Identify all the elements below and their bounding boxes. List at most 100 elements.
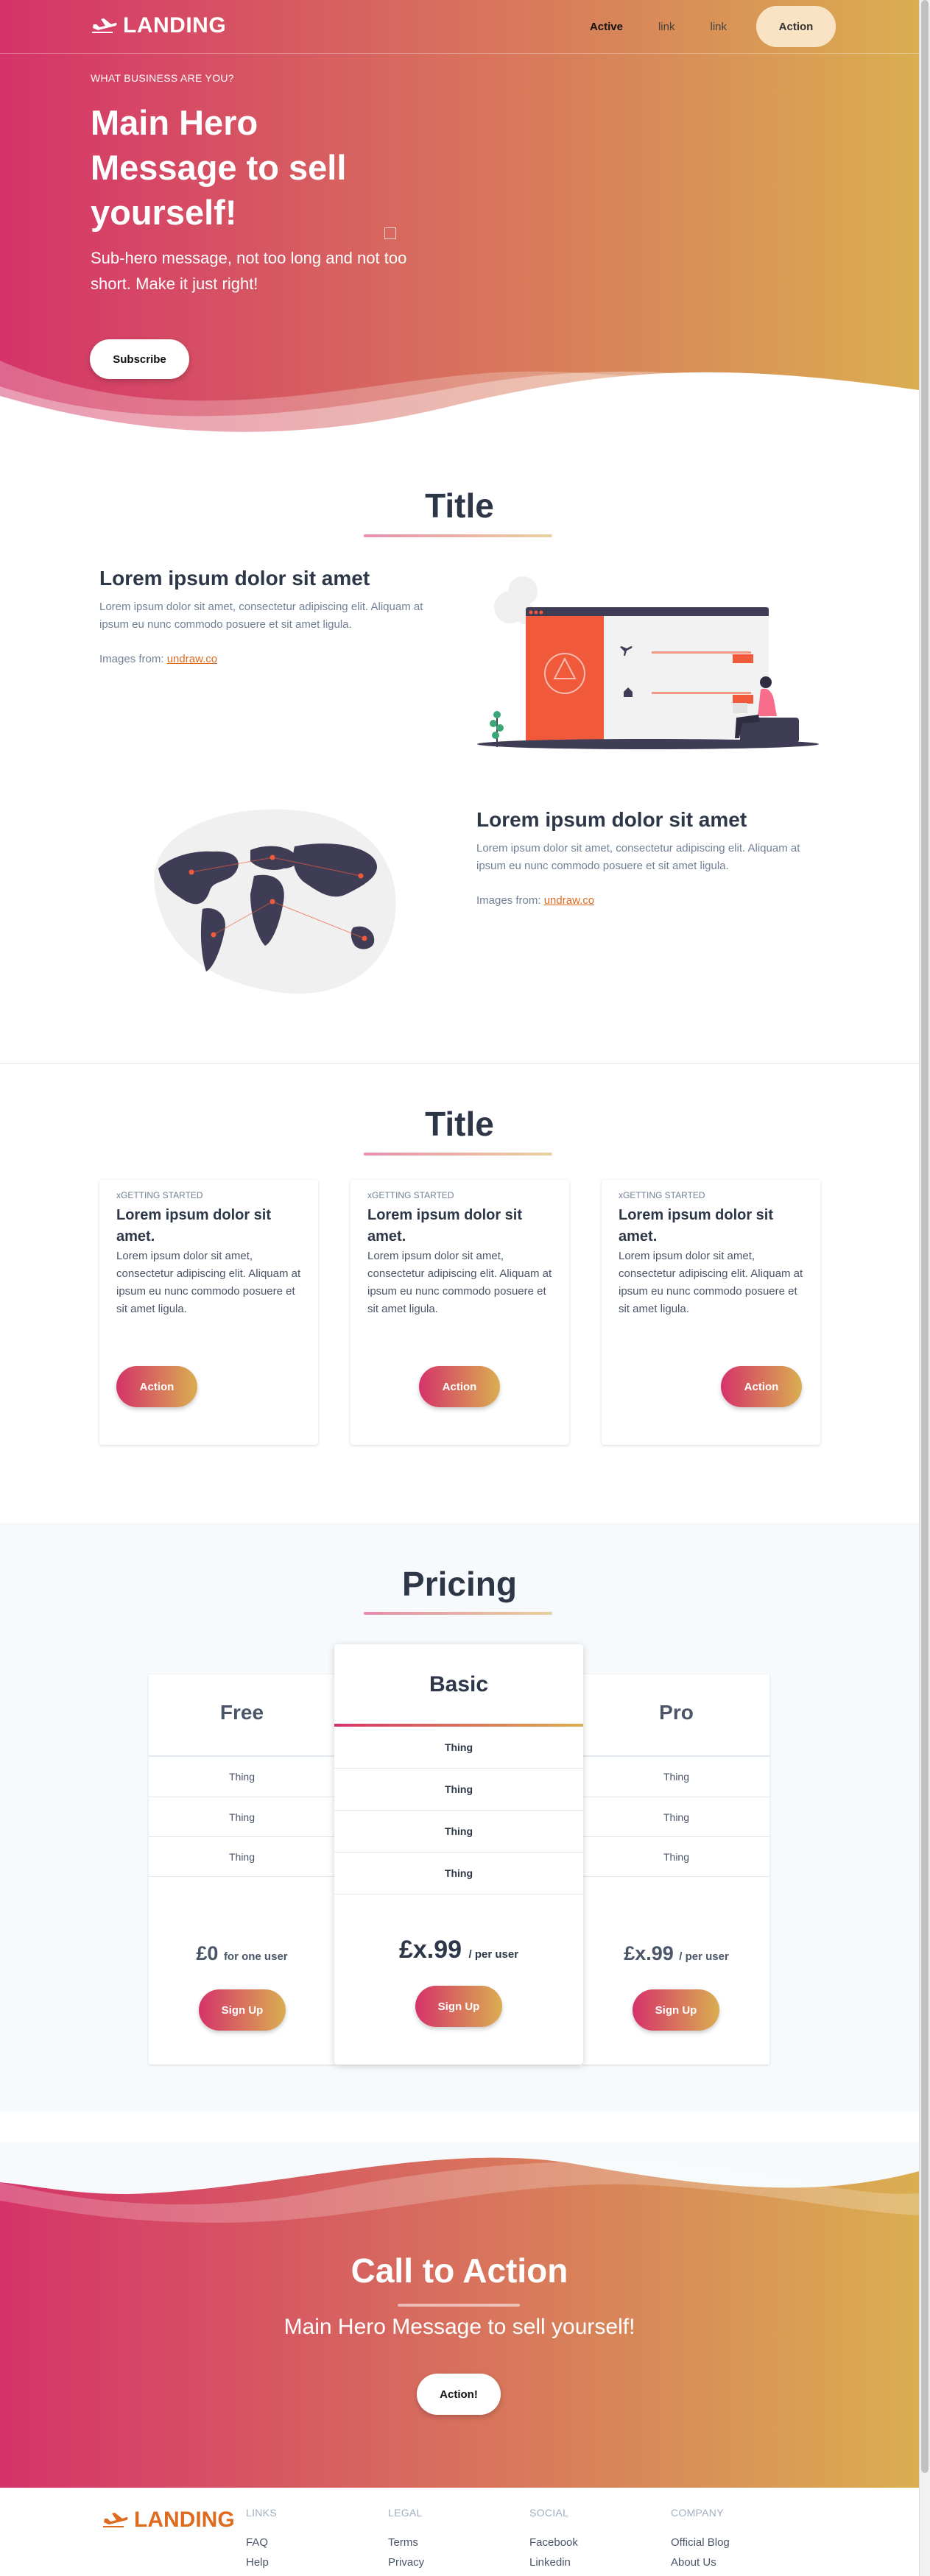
- scrollbar-thumb[interactable]: [921, 0, 929, 2473]
- plan-basic-feature-4: Thing: [334, 1853, 583, 1894]
- plan-free: Free Thing Thing Thing £0 for one user S…: [149, 1674, 335, 2064]
- hero-eyebrow: WHAT BUSINESS ARE YOU?: [91, 72, 234, 84]
- plan-basic-signup-button[interactable]: Sign Up: [415, 1986, 502, 2027]
- airplane-icon: [92, 18, 117, 33]
- hero-subtitle: Sub-hero message, not too long and not t…: [91, 249, 407, 293]
- card-1: xGETTING STARTED Lorem ipsum dolor sit a…: [99, 1180, 318, 1445]
- feature-2-heading: Lorem ipsum dolor sit amet: [476, 808, 747, 831]
- navbar: LANDING Active link link Action: [0, 0, 919, 54]
- card-3-body: Lorem ipsum dolor sit amet, consectetur …: [619, 1250, 803, 1315]
- footer-heading-links: LINKS: [246, 2507, 277, 2519]
- nav-action-button[interactable]: Action: [756, 6, 836, 47]
- plan-free-feature-3: Thing: [149, 1837, 335, 1877]
- cards-title-underline: [364, 1153, 552, 1156]
- nav-link-1[interactable]: link: [658, 21, 675, 33]
- feature-1-heading: Lorem ipsum dolor sit amet: [99, 567, 370, 590]
- plan-basic-amount: £x.99: [398, 1936, 462, 1964]
- plan-free-per: for one user: [223, 1950, 288, 1963]
- footer-link-terms[interactable]: Terms: [388, 2536, 424, 2549]
- plan-free-signup-button[interactable]: Sign Up: [199, 1989, 286, 2031]
- feature-2-body: Lorem ipsum dolor sit amet, consectetur …: [476, 842, 800, 872]
- features-title: Title: [425, 486, 494, 525]
- card-1-eyebrow: xGETTING STARTED: [116, 1190, 203, 1200]
- footer-link-official-blog[interactable]: Official Blog: [671, 2536, 730, 2549]
- plan-basic-feature-3: Thing: [334, 1811, 583, 1853]
- card-3-heading: Lorem ipsum dolor sit amet.: [619, 1207, 774, 1245]
- plan-basic-per: / per user: [468, 1948, 519, 1961]
- card-2: xGETTING STARTED Lorem ipsum dolor sit a…: [350, 1180, 569, 1445]
- footer-heading-social: SOCIAL: [529, 2507, 569, 2519]
- brand-logo[interactable]: LANDING: [91, 13, 226, 38]
- plan-pro-price: £x.99 / per user: [583, 1942, 769, 1965]
- footer-column-legal: LEGAL Terms Privacy: [388, 2507, 424, 2569]
- pricing-title-underline: [364, 1612, 552, 1615]
- brand-name: LANDING: [123, 13, 227, 38]
- footer-link-help[interactable]: Help: [246, 2556, 277, 2569]
- footer-link-faq[interactable]: FAQ: [246, 2536, 277, 2549]
- cta-subtitle: Main Hero Message to sell yourself!: [283, 2315, 635, 2339]
- footer-link-privacy[interactable]: Privacy: [388, 2556, 424, 2569]
- nav-links: Active link link Action: [590, 6, 836, 47]
- hero-title: Main Hero Message to sell yourself!: [91, 103, 347, 232]
- footer-heading-legal: LEGAL: [388, 2507, 423, 2519]
- footer-column-social: SOCIAL Facebook Linkedin: [529, 2507, 578, 2569]
- card-2-eyebrow: xGETTING STARTED: [367, 1190, 454, 1200]
- feature-2-source-link[interactable]: undraw.co: [544, 894, 594, 907]
- plan-basic-feature-1: Thing: [334, 1727, 583, 1769]
- footer-link-facebook[interactable]: Facebook: [529, 2536, 578, 2549]
- card-3-action-button[interactable]: Action: [721, 1366, 802, 1407]
- plan-basic-feature-2: Thing: [334, 1769, 583, 1811]
- airplane-icon: [103, 2513, 128, 2527]
- feature-1-body: Lorem ipsum dolor sit amet, consectetur …: [99, 601, 423, 631]
- features-title-underline: [364, 534, 552, 537]
- broken-image-icon: [384, 227, 396, 239]
- footer-column-company: COMPANY Official Blog About Us: [671, 2507, 730, 2569]
- plan-pro-feature-2: Thing: [583, 1797, 769, 1837]
- hero-wave: [0, 361, 919, 442]
- plan-pro: Pro Thing Thing Thing £x.99 / per user S…: [583, 1674, 769, 2064]
- card-1-body: Lorem ipsum dolor sit amet, consectetur …: [116, 1250, 301, 1315]
- card-2-action-button[interactable]: Action: [419, 1366, 500, 1407]
- plan-free-name: Free: [219, 1701, 264, 1724]
- card-2-body: Lorem ipsum dolor sit amet, consectetur …: [367, 1250, 552, 1315]
- plan-pro-feature-1: Thing: [583, 1757, 769, 1797]
- footer-brand-logo[interactable]: LANDING: [102, 2508, 235, 2533]
- plan-basic: Basic Thing Thing Thing Thing £x.99 / pe…: [334, 1644, 583, 2064]
- nav-link-2[interactable]: link: [710, 21, 727, 33]
- feature-1-source: Images from: undraw.co: [99, 653, 217, 665]
- card-3: xGETTING STARTED Lorem ipsum dolor sit a…: [602, 1180, 820, 1445]
- travel-booking-illustration: [477, 576, 819, 749]
- nav-link-active[interactable]: Active: [590, 21, 623, 33]
- plan-pro-feature-3: Thing: [583, 1837, 769, 1877]
- plan-pro-signup-button[interactable]: Sign Up: [633, 1989, 719, 2031]
- card-2-heading: Lorem ipsum dolor sit amet.: [367, 1207, 523, 1245]
- plan-free-feature-1: Thing: [149, 1757, 335, 1797]
- footer-link-about-us[interactable]: About Us: [671, 2556, 730, 2569]
- pricing-title: Pricing: [402, 1565, 517, 1603]
- feature-2-source: Images from: undraw.co: [476, 894, 594, 907]
- world-map-illustration: [154, 809, 396, 994]
- card-3-eyebrow: xGETTING STARTED: [619, 1190, 705, 1200]
- plan-free-price: £0 for one user: [149, 1942, 335, 1965]
- cta-title-underline: [398, 2304, 520, 2307]
- footer-column-links: LINKS FAQ Help: [246, 2507, 277, 2569]
- cta-wave: [0, 2142, 919, 2223]
- plan-free-feature-2: Thing: [149, 1797, 335, 1837]
- hero-section: LANDING Active link link Action WHAT BUS…: [0, 0, 919, 442]
- footer-link-linkedin[interactable]: Linkedin: [529, 2556, 578, 2569]
- plan-basic-name: Basic: [429, 1672, 489, 1696]
- plan-pro-amount: £x.99: [624, 1942, 674, 1964]
- card-1-heading: Lorem ipsum dolor sit amet.: [116, 1207, 272, 1245]
- footer-heading-company: COMPANY: [671, 2507, 724, 2519]
- plan-pro-name: Pro: [659, 1701, 694, 1724]
- footer-brand-name: LANDING: [134, 2508, 235, 2532]
- plan-pro-per: / per user: [679, 1950, 729, 1963]
- card-1-action-button[interactable]: Action: [116, 1366, 197, 1407]
- cta-title: Call to Action: [350, 2251, 568, 2290]
- plan-free-amount: £0: [196, 1942, 219, 1964]
- feature-2-source-prefix: Images from:: [476, 894, 544, 907]
- cta-action-button[interactable]: Action!: [417, 2374, 501, 2415]
- section-divider: [0, 1063, 919, 1064]
- page-scrollbar[interactable]: [919, 0, 930, 2576]
- feature-1-source-link[interactable]: undraw.co: [167, 653, 217, 665]
